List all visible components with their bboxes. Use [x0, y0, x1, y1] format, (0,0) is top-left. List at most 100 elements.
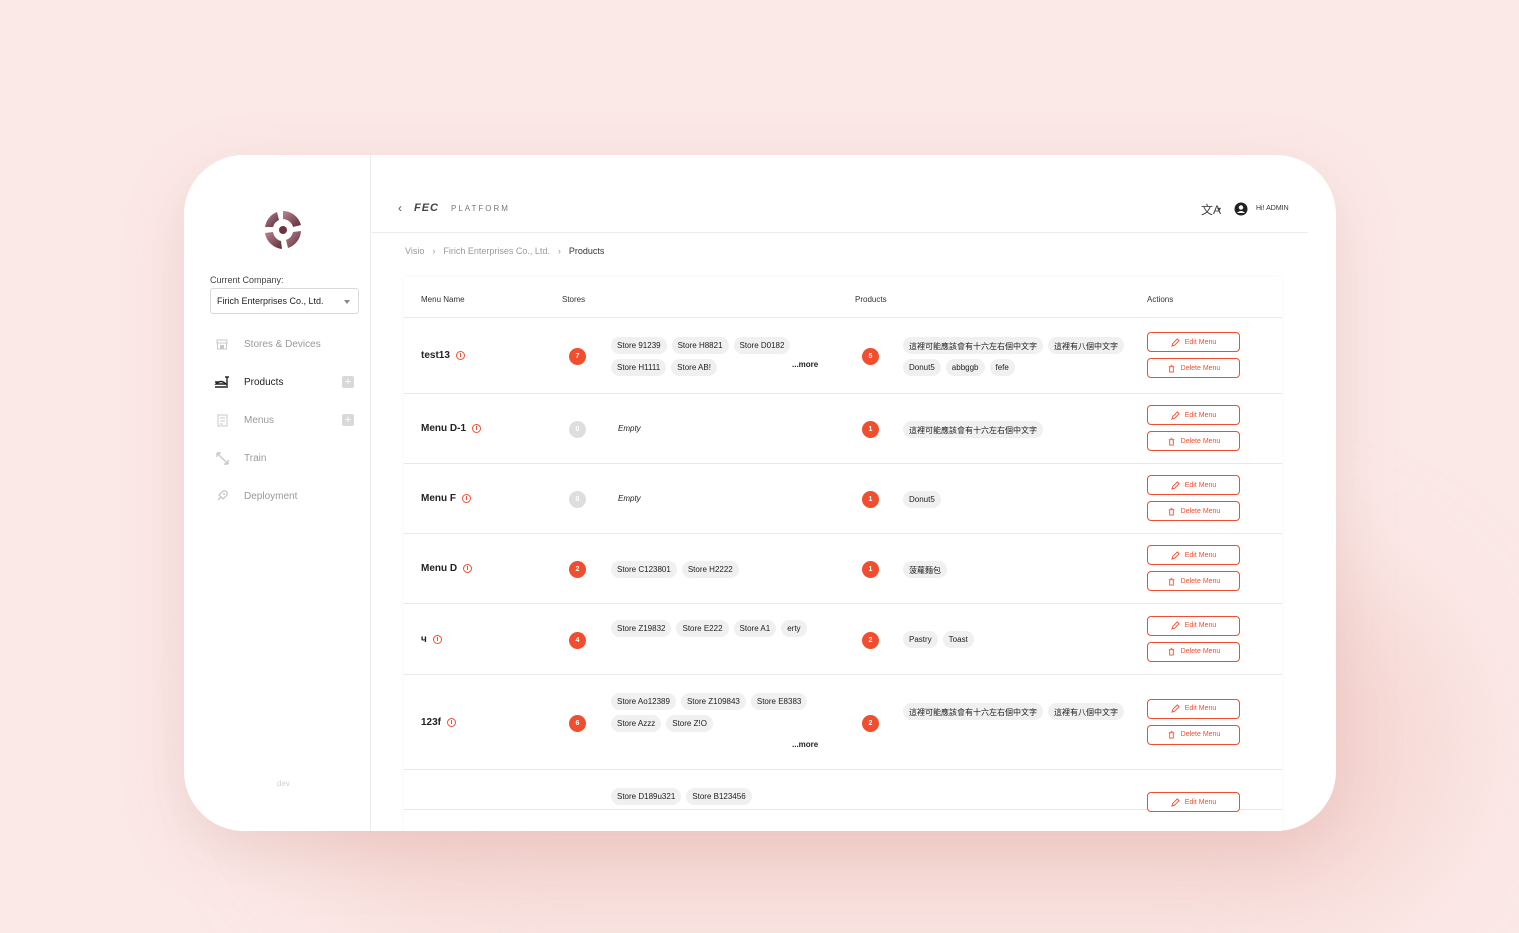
product-chip[interactable]: 這裡有八個中文字: [1048, 336, 1124, 354]
company-select[interactable]: Firich Enterprises Co., Ltd.: [210, 288, 359, 314]
products-icon: [214, 374, 230, 390]
platform-label: PLATFORM: [451, 204, 510, 213]
table-row: ч 4 Store Z19832 Store E222 Store A1 erty 2 Pas…: [404, 604, 1282, 675]
edit-menu-button[interactable]: Edit Menu: [1147, 615, 1240, 636]
store-chip[interactable]: erty: [781, 620, 807, 637]
info-icon[interactable]: [447, 717, 457, 727]
edit-menu-label: Edit Menu: [1184, 338, 1217, 346]
product-count-badge: 2: [862, 631, 879, 649]
product-count-badge: 1: [862, 561, 879, 578]
store-chip[interactable]: Store Z109843: [680, 693, 746, 710]
product-chip[interactable]: Donut5: [903, 490, 941, 508]
breadcrumb-item[interactable]: Firich Enterprises Co., Ltd.: [443, 246, 550, 256]
sidebar-item-label: Train: [244, 452, 267, 464]
sidebar-item-train[interactable]: Train: [214, 448, 364, 468]
delete-menu-label: Delete Menu: [1180, 507, 1221, 515]
menu-name: Menu D-1: [421, 423, 481, 434]
store-chip[interactable]: Store D189u321: [611, 788, 682, 805]
menu-name-text: Menu F: [421, 493, 456, 504]
more-stores-link[interactable]: ...more: [792, 360, 818, 369]
back-chevron-icon[interactable]: ‹: [398, 201, 402, 215]
store-chip[interactable]: Store C123801: [611, 560, 677, 578]
store-chip[interactable]: Store E222: [676, 620, 729, 637]
product-chip[interactable]: abbggb: [945, 358, 985, 376]
product-chip[interactable]: 這裡可能應該會有十六左右個中文字: [903, 703, 1043, 720]
sidebar-item-label: Stores & Devices: [244, 338, 321, 350]
sidebar-item-products[interactable]: Products +: [214, 372, 364, 392]
store-chip[interactable]: Store A1: [733, 620, 777, 637]
table-row: test13 7 Store 91239 Store H8821 Store D0182…: [404, 318, 1282, 394]
product-chips: Pastry Toast: [903, 631, 1128, 648]
store-count-badge: 7: [569, 348, 586, 365]
delete-menu-button[interactable]: Delete Menu: [1147, 724, 1240, 745]
edit-menu-button[interactable]: Edit Menu: [1147, 792, 1240, 812]
product-chip[interactable]: Toast: [942, 631, 974, 648]
expand-plus-icon[interactable]: +: [342, 376, 354, 388]
edit-menu-button[interactable]: Edit Menu: [1147, 405, 1240, 425]
product-chip[interactable]: 這裡可能應該會有十六左右個中文字: [903, 336, 1043, 354]
store-chip[interactable]: Store H8821: [671, 336, 729, 354]
store-count-badge: 2: [569, 561, 586, 578]
user-greeting[interactable]: Hi! ADMIN: [1256, 205, 1289, 212]
more-stores-link[interactable]: ...more: [792, 740, 818, 749]
product-chip[interactable]: fefe: [989, 358, 1015, 376]
pencil-icon: [1170, 621, 1180, 630]
store-chip[interactable]: Store H1111: [611, 358, 667, 376]
trash-icon: [1168, 507, 1174, 516]
store-chip[interactable]: Store H2222: [681, 560, 739, 578]
info-icon[interactable]: [432, 634, 442, 644]
sidebar-item-stores[interactable]: Stores & Devices: [214, 334, 364, 354]
store-chip[interactable]: Store Z19832: [611, 620, 672, 637]
info-icon[interactable]: [455, 351, 465, 360]
delete-menu-button[interactable]: Delete Menu: [1147, 571, 1240, 591]
menu-name: ч: [421, 634, 442, 645]
sidebar-item-deployment[interactable]: Deployment: [214, 486, 364, 506]
delete-menu-button[interactable]: Delete Menu: [1147, 501, 1240, 521]
store-chip[interactable]: Store AB!: [671, 358, 717, 376]
expand-plus-icon[interactable]: +: [342, 414, 354, 426]
store-chips: Store 91239 Store H8821 Store D0182 Store H…: [611, 336, 826, 376]
store-chip[interactable]: Store 91239: [611, 336, 667, 354]
delete-menu-button[interactable]: Delete Menu: [1147, 358, 1240, 378]
breadcrumb-item[interactable]: Visio: [405, 246, 424, 256]
store-chip[interactable]: Store D0182: [733, 336, 791, 354]
edit-menu-label: Edit Menu: [1184, 622, 1217, 629]
store-count-badge: 4: [569, 631, 586, 649]
user-avatar-icon[interactable]: [1234, 202, 1248, 216]
edit-menu-button[interactable]: Edit Menu: [1147, 475, 1240, 495]
delete-menu-button[interactable]: Delete Menu: [1147, 641, 1240, 662]
edit-menu-label: Edit Menu: [1184, 798, 1217, 806]
info-icon[interactable]: [472, 424, 481, 433]
store-chip[interactable]: Store E8383: [750, 693, 808, 710]
store-count-badge: 6: [569, 714, 586, 732]
info-icon[interactable]: [463, 564, 473, 573]
product-chip[interactable]: Donut5: [903, 358, 941, 376]
edit-menu-button[interactable]: Edit Menu: [1147, 698, 1240, 719]
edit-menu-button[interactable]: Edit Menu: [1147, 332, 1240, 352]
app-window: Current Company: Firich Enterprises Co.,…: [184, 155, 1336, 831]
product-chip[interactable]: Pastry: [903, 631, 938, 648]
product-chip[interactable]: 菠蘿麵包: [903, 560, 947, 578]
product-chip[interactable]: 這裡有八個中文字: [1048, 703, 1124, 720]
store-chip[interactable]: Store Z!O: [666, 715, 713, 732]
menu-name: Menu D: [421, 563, 473, 574]
info-icon[interactable]: [462, 494, 471, 503]
empty-stores-label: Empty: [618, 494, 641, 503]
chevron-down-icon[interactable]: ▾: [1217, 205, 1221, 214]
menu-name-text: Menu D-1: [421, 423, 466, 434]
column-header-products: Products: [855, 295, 887, 304]
delete-menu-button[interactable]: Delete Menu: [1147, 431, 1240, 451]
store-chip[interactable]: Store Ao12389: [611, 693, 676, 710]
store-chip[interactable]: Store B123456: [686, 788, 752, 805]
company-label: Current Company:: [210, 275, 284, 285]
delete-menu-label: Delete Menu: [1180, 731, 1221, 738]
pencil-icon: [1170, 550, 1180, 560]
product-count-badge: 1: [862, 491, 879, 508]
store-chip[interactable]: Store Azzz: [611, 715, 662, 732]
sidebar-item-menus[interactable]: Menus +: [214, 410, 364, 430]
sidebar-item-label: Deployment: [244, 490, 298, 502]
pencil-icon: [1170, 704, 1180, 713]
product-chip[interactable]: 這裡可能應該會有十六左右個中文字: [903, 420, 1043, 438]
brand-logo-text: FEC: [414, 202, 439, 214]
edit-menu-button[interactable]: Edit Menu: [1147, 545, 1240, 565]
